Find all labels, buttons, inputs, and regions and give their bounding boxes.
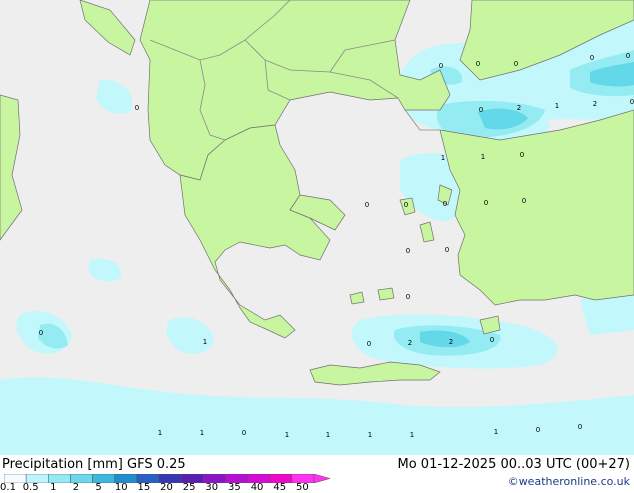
map-label: 0 — [578, 423, 582, 431]
scale-tick-label: 0.1 — [0, 482, 16, 493]
scale-tick-label: 1 — [50, 482, 57, 493]
map-label: 0 — [367, 340, 371, 348]
map-label: 1 — [481, 153, 485, 161]
scale-tick-label: 30 — [205, 482, 219, 493]
scale-tick-label: 45 — [273, 482, 287, 493]
map-label: 0 — [365, 201, 369, 209]
scale-tick-label: 0.5 — [22, 482, 39, 493]
map-label: 0 — [630, 98, 634, 106]
map-label: 0 — [406, 247, 410, 255]
map-label: 0 — [242, 429, 246, 437]
scale-tick-label: 5 — [95, 482, 102, 493]
map-label: 0 — [590, 54, 594, 62]
map-label: 0 — [626, 52, 630, 60]
map-label: 0 — [445, 246, 449, 254]
map-label: 1 — [203, 338, 207, 346]
scale-tick-label: 35 — [228, 482, 241, 493]
map-label: 2 — [449, 338, 453, 346]
map-label: 0 — [536, 426, 540, 434]
scale-tick-label: 50 — [295, 482, 309, 493]
map-label: 2 — [593, 100, 597, 108]
map-label: 2 — [517, 104, 521, 112]
scale-tick-label: 10 — [114, 482, 128, 493]
map-label: 1 — [410, 431, 414, 439]
scale-tick-label: 25 — [182, 482, 196, 493]
forecast-datetime: Mo 01-12-2025 00..03 UTC (00+27) — [397, 457, 631, 472]
map-label: 0 — [406, 293, 410, 301]
map-label: 0 — [522, 197, 526, 205]
map-label: 0 — [39, 329, 43, 337]
legend-title: Precipitation [mm] GFS 0.25 — [2, 457, 186, 472]
map-label: 1 — [494, 428, 498, 436]
map-label: 1 — [368, 431, 372, 439]
map-label: 0 — [484, 199, 488, 207]
map-label: 0 — [476, 60, 480, 68]
map-label: 1 — [326, 431, 330, 439]
map-label: 0 — [520, 151, 524, 159]
color-scale-labels: 0.1 0.5 1 2 5 10 15 20 25 30 35 40 45 50 — [0, 482, 330, 493]
precipitation-map: 0 0 0 0 0 2 2 1 0 1 1 0 0 0 0 0 0 0 0 0 … — [0, 0, 634, 455]
map-label: 0 — [404, 201, 408, 209]
map-label: 2 — [408, 339, 412, 347]
map-label: 0 — [479, 106, 483, 114]
credit-link[interactable]: ©weatheronline.co.uk — [508, 475, 630, 488]
scale-tick-label: 20 — [160, 482, 173, 493]
scale-tick-label: 40 — [250, 482, 264, 493]
map-label: 0 — [514, 60, 518, 68]
map-label: 0 — [490, 336, 494, 344]
map-label: 1 — [200, 429, 204, 437]
map-label: 0 — [439, 62, 443, 70]
map-label: 0 — [135, 104, 139, 112]
map-label: 0 — [443, 200, 447, 208]
map-label: 1 — [285, 431, 289, 439]
map-label: 1 — [555, 102, 559, 110]
legend-footer: Precipitation [mm] GFS 0.25 Mo 01-12-202… — [0, 455, 634, 493]
scale-tick-label: 2 — [72, 482, 80, 493]
scale-tick-label: 15 — [137, 482, 151, 493]
map-label: 1 — [158, 429, 162, 437]
map-label: 1 — [441, 154, 445, 162]
